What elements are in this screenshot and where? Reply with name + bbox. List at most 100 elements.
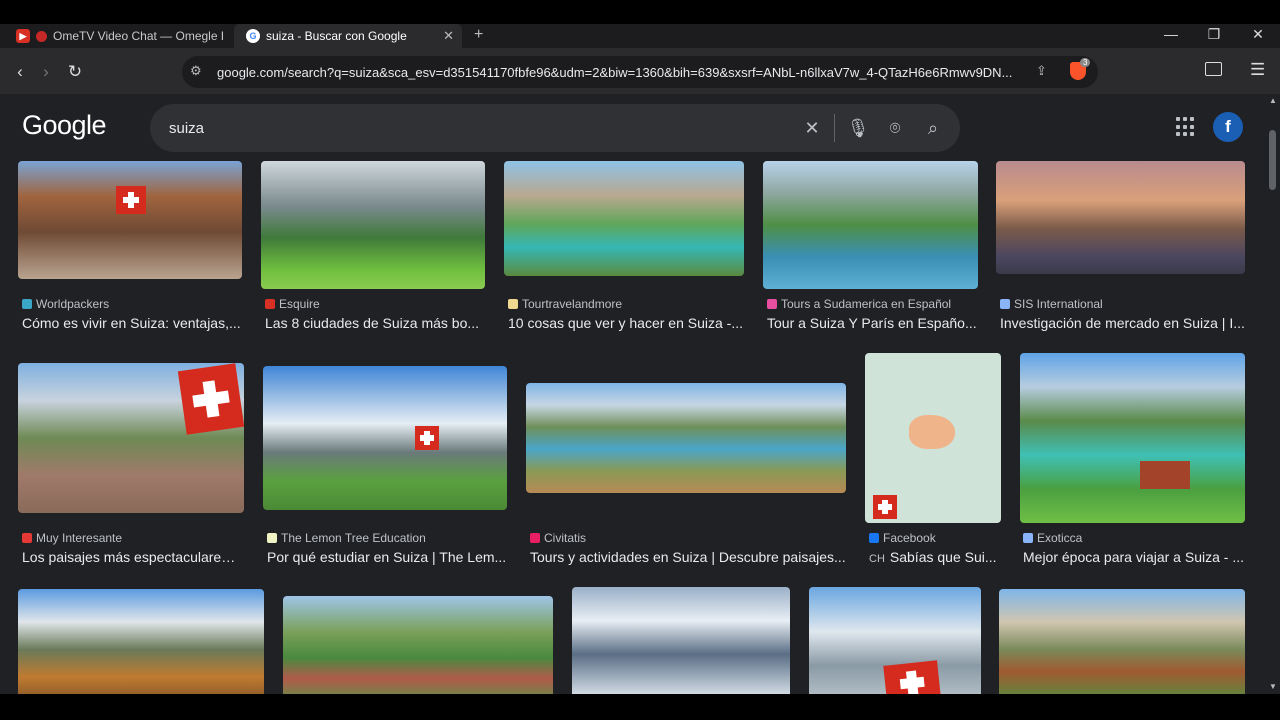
result-title[interactable]: Mejor época para viajar a Suiza - ... <box>1023 549 1245 565</box>
search-results-page: Google suiza ✕ 🎙 ⌾ ⌕ f Worldpackers Cómo… <box>0 94 1266 694</box>
result-title[interactable]: Las 8 ciudades de Suiza más bo... <box>265 315 485 331</box>
result-image[interactable] <box>504 161 744 276</box>
source-favicon-icon <box>1023 533 1033 543</box>
result-image[interactable] <box>572 587 790 694</box>
result-title[interactable]: Investigación de mercado en Suiza | I... <box>1000 315 1245 331</box>
source-favicon-icon <box>22 299 32 309</box>
browser-toolbar: ‹ › ↻ ⚙ google.com/search?q=suiza&sca_es… <box>0 48 1280 94</box>
search-box[interactable]: suiza ✕ 🎙 ⌾ ⌕ <box>150 104 960 152</box>
google-favicon-icon: G <box>246 29 260 43</box>
source-favicon-icon <box>508 299 518 309</box>
result-source[interactable]: The Lemon Tree Education <box>267 531 426 545</box>
share-icon[interactable]: ⇪ <box>1036 63 1047 79</box>
result-source[interactable]: Exoticca <box>1023 531 1082 545</box>
tab-strip: ▶ OmeTV Video Chat — Omegle R G suiza - … <box>0 24 1280 48</box>
search-icon[interactable]: ⌕ <box>921 116 945 140</box>
result-image[interactable] <box>18 589 264 694</box>
source-favicon-icon <box>530 533 540 543</box>
bottom-bar <box>0 694 1280 720</box>
new-tab-icon[interactable]: + <box>474 26 483 44</box>
site-settings-icon[interactable]: ⚙ <box>190 63 202 79</box>
shields-badge: 3 <box>1080 58 1091 67</box>
source-favicon-icon <box>767 299 777 309</box>
address-bar[interactable]: ⚙ google.com/search?q=suiza&sca_esv=d351… <box>182 56 1098 88</box>
source-name: Esquire <box>279 297 320 311</box>
result-source[interactable]: Worldpackers <box>22 297 109 311</box>
result-image[interactable] <box>763 161 978 289</box>
result-image[interactable] <box>283 596 553 694</box>
chalet-shape <box>1140 461 1190 489</box>
menu-icon[interactable]: ☰ <box>1250 60 1265 80</box>
microphone-icon[interactable]: 🎙 <box>846 116 870 140</box>
country-code: CH <box>869 553 885 565</box>
search-divider <box>834 114 835 142</box>
source-favicon-icon <box>267 533 277 543</box>
source-name: Worldpackers <box>36 297 110 311</box>
tab-ometv[interactable]: ▶ OmeTV Video Chat — Omegle R <box>4 24 230 48</box>
source-name: Exoticca <box>1037 531 1083 545</box>
source-name: Tourtravelandmore <box>522 297 623 311</box>
tab-title: OmeTV Video Chat — Omegle R <box>53 29 223 43</box>
result-title[interactable]: 10 cosas que ver y hacer en Suiza -... <box>508 315 744 331</box>
result-image[interactable] <box>18 161 242 279</box>
result-source[interactable]: Esquire <box>265 297 320 311</box>
tab-close-icon[interactable]: ✕ <box>443 28 454 44</box>
swiss-flag-icon <box>177 363 244 435</box>
lens-icon[interactable]: ⌾ <box>883 116 907 140</box>
source-name: Muy Interesante <box>36 531 123 545</box>
clear-icon[interactable]: ✕ <box>800 116 824 140</box>
source-name: SIS International <box>1014 297 1103 311</box>
result-image[interactable] <box>263 366 507 510</box>
scroll-thumb[interactable] <box>1269 130 1276 190</box>
result-image[interactable] <box>999 589 1245 694</box>
result-source[interactable]: Civitatis <box>530 531 586 545</box>
result-image[interactable] <box>996 161 1245 274</box>
result-source[interactable]: Tourtravelandmore <box>508 297 622 311</box>
source-name: Facebook <box>883 531 936 545</box>
result-title[interactable]: Tours y actividades en Suiza | Descubre … <box>530 549 846 565</box>
result-source[interactable]: Muy Interesante <box>22 531 122 545</box>
apps-grid-icon[interactable] <box>1176 117 1196 137</box>
source-name: The Lemon Tree Education <box>281 531 426 545</box>
title-bar <box>0 0 1280 24</box>
result-image[interactable] <box>261 161 485 289</box>
source-name: Tours a Sudamerica en Español <box>781 297 952 311</box>
result-image[interactable] <box>526 383 846 493</box>
result-title[interactable]: Cómo es vivir en Suiza: ventajas,... <box>22 315 242 331</box>
restore-icon[interactable]: ❐ <box>1204 26 1224 43</box>
avatar[interactable]: f <box>1213 112 1243 142</box>
result-source[interactable]: Facebook <box>869 531 936 545</box>
url-text: google.com/search?q=suiza&sca_esv=d35154… <box>217 65 1013 80</box>
result-title[interactable]: Tour a Suiza Y París en Españo... <box>767 315 982 331</box>
forward-icon[interactable]: › <box>36 62 56 82</box>
result-source[interactable]: Tours a Sudamerica en Español <box>767 297 951 311</box>
result-source[interactable]: SIS International <box>1000 297 1103 311</box>
source-favicon-icon <box>869 533 879 543</box>
result-image[interactable] <box>809 587 981 694</box>
result-image-map[interactable] <box>865 353 1001 523</box>
back-icon[interactable]: ‹ <box>10 62 30 82</box>
swiss-flag-icon <box>883 660 941 694</box>
result-title[interactable]: Por qué estudiar en Suiza | The Lem... <box>267 549 507 565</box>
swiss-flag-icon <box>116 186 146 214</box>
source-favicon-icon <box>265 299 275 309</box>
search-input[interactable]: suiza <box>169 120 204 137</box>
ometv-favicon-icon: ▶ <box>16 29 30 43</box>
reader-icon[interactable] <box>1205 62 1222 76</box>
recording-icon <box>36 30 47 42</box>
scroll-down-icon[interactable]: ▼ <box>1269 682 1277 691</box>
map-region <box>909 415 955 449</box>
scroll-up-icon[interactable]: ▲ <box>1269 96 1277 105</box>
reload-icon[interactable]: ↻ <box>65 62 85 82</box>
scrollbar[interactable]: ▲ ▼ <box>1266 94 1280 694</box>
tab-google-search[interactable]: G suiza - Buscar con Google ✕ <box>234 24 462 48</box>
title-text: Sabías que Sui... <box>889 549 997 565</box>
google-logo[interactable]: Google <box>22 110 107 141</box>
result-title[interactable]: Los paisajes más espectaculares ... <box>22 549 242 565</box>
result-title[interactable]: CH Sabías que Sui... <box>869 549 1003 565</box>
close-window-icon[interactable]: ✕ <box>1248 26 1268 43</box>
minimize-icon[interactable]: — <box>1161 26 1181 42</box>
tab-title: suiza - Buscar con Google <box>266 29 407 43</box>
result-image[interactable] <box>1020 353 1245 523</box>
result-image[interactable] <box>18 363 244 513</box>
